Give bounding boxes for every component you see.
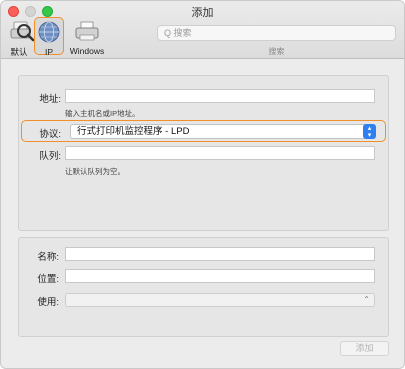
tool-default-label: 默认: [10, 47, 28, 57]
tool-ip[interactable]: IP: [34, 17, 64, 57]
stepper-icon: ▴ ▾: [363, 124, 376, 139]
default-printer-icon: [9, 19, 35, 43]
queue-hint: 让默认队列为空。: [65, 167, 125, 176]
add-button[interactable]: 添加: [340, 341, 389, 356]
toolbar: 添加 默认 IP Windows Q 搜索 搜索: [1, 1, 404, 59]
address-label: 地址:: [39, 94, 61, 105]
tool-windows-label: Windows: [69, 46, 105, 56]
name-label: 名称:: [37, 252, 59, 263]
address-field[interactable]: [65, 89, 375, 103]
search-caption: 搜索: [268, 47, 285, 56]
queue-label: 队列:: [39, 151, 61, 162]
protocol-value: 行式打印机监控程序 - LPD: [77, 126, 190, 137]
tool-ip-label: IP: [44, 47, 54, 57]
chevron-updown-icon: ⌃: [363, 295, 370, 304]
location-field[interactable]: [65, 269, 375, 283]
tool-default[interactable]: 默认: [9, 19, 35, 58]
queue-field[interactable]: [65, 146, 375, 160]
protocol-label: 协议:: [39, 129, 61, 140]
use-label: 使用:: [37, 297, 59, 308]
tool-windows[interactable]: Windows: [67, 19, 107, 56]
search-input[interactable]: Q 搜索: [157, 25, 396, 41]
add-printer-window: 添加 默认 IP Windows Q 搜索 搜索 地址: 输入主机名或IP地址。…: [0, 0, 405, 369]
protocol-select[interactable]: 行式打印机监控程序 - LPD ▴ ▾: [70, 124, 376, 139]
address-hint: 输入主机名或IP地址。: [65, 109, 140, 118]
ip-globe-icon: [36, 20, 62, 44]
name-field[interactable]: [65, 247, 375, 261]
windows-printer-icon: [74, 19, 100, 43]
location-label: 位置:: [37, 274, 59, 285]
use-select[interactable]: ⌃: [65, 293, 375, 307]
